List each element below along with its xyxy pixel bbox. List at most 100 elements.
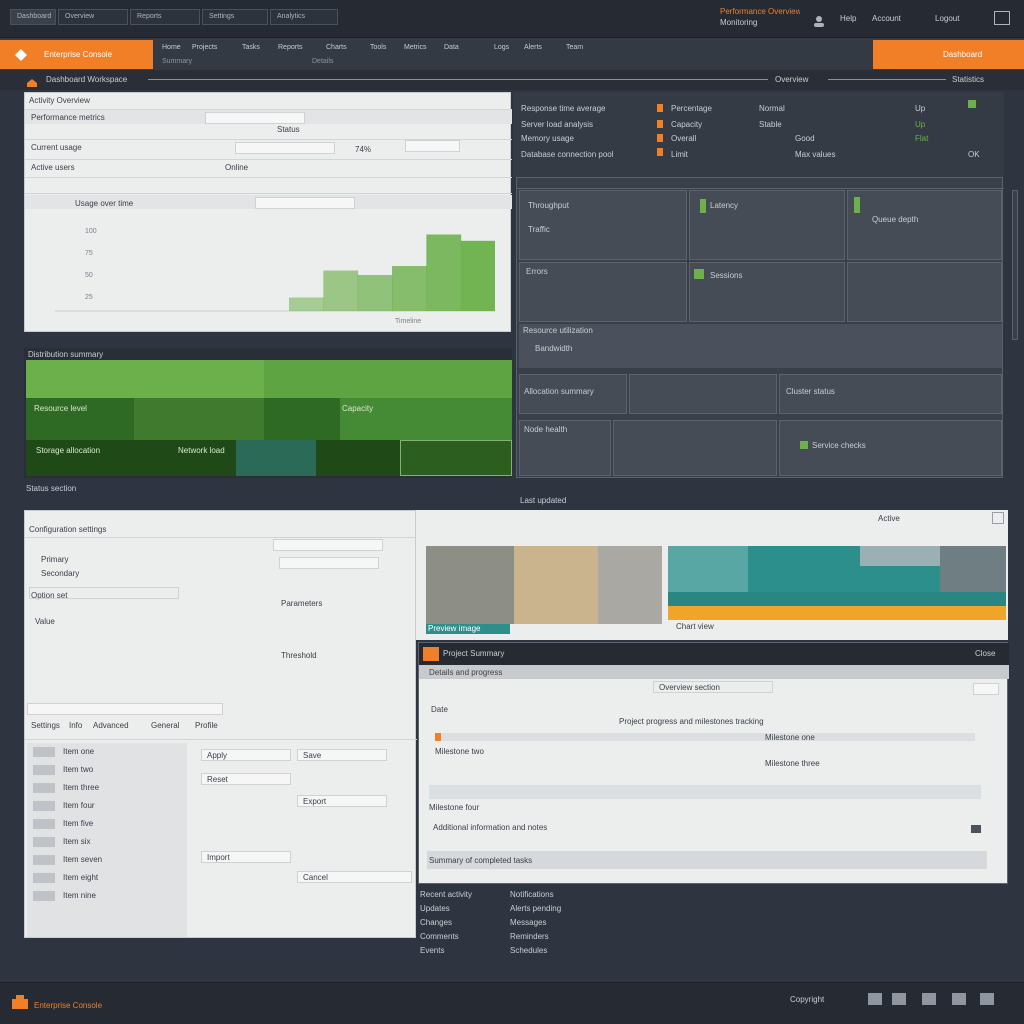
- list-item[interactable]: Item one: [63, 747, 143, 757]
- dialog-titlebar: Project Summary Close: [419, 643, 1009, 665]
- chart-bar: [289, 297, 324, 311]
- nav-subitem-summary[interactable]: Summary: [162, 58, 192, 68]
- brand-button[interactable]: Enterprise Console: [0, 40, 153, 69]
- notification-item[interactable]: Reminders: [510, 932, 600, 942]
- notification-item[interactable]: Messages: [510, 918, 600, 928]
- camera-icon[interactable]: [952, 993, 966, 1005]
- milestone-row[interactable]: Milestone four: [429, 803, 559, 813]
- side-scrollbar[interactable]: [1012, 190, 1018, 340]
- dialog-menu-icon[interactable]: [973, 683, 999, 695]
- note-icon[interactable]: [971, 825, 981, 833]
- section-select[interactable]: [653, 681, 773, 693]
- field-label: Secondary: [41, 569, 80, 578]
- nav-item-projects[interactable]: Projects: [192, 44, 217, 54]
- logout-link[interactable]: Logout: [935, 14, 971, 24]
- tab-info[interactable]: Info: [69, 721, 89, 731]
- list-item[interactable]: Item two: [63, 765, 143, 775]
- list-item[interactable]: Item eight: [63, 873, 143, 883]
- nav-item-tasks[interactable]: Tasks: [242, 44, 260, 54]
- grid-cell[interactable]: Service checks: [779, 420, 1002, 476]
- preview-thumbnail[interactable]: [426, 546, 514, 624]
- activity-item[interactable]: Events: [420, 946, 500, 956]
- milestone-row[interactable]: Milestone three: [765, 759, 845, 769]
- breadcrumb-left[interactable]: Dashboard Workspace: [46, 75, 146, 85]
- account-link[interactable]: Account: [872, 14, 922, 24]
- chart-icon[interactable]: [868, 993, 882, 1005]
- list-item[interactable]: Item five: [63, 819, 143, 829]
- grid-cell[interactable]: Sessions: [689, 262, 845, 322]
- top-tab-reports[interactable]: Reports: [130, 9, 200, 25]
- nav-item-logs[interactable]: Logs: [494, 44, 509, 54]
- nav-item-metrics[interactable]: Metrics: [404, 44, 427, 54]
- grid-cell[interactable]: Node health: [519, 420, 611, 476]
- activity-item[interactable]: Updates: [420, 904, 500, 914]
- preview-thumbnail[interactable]: [514, 546, 598, 624]
- grid-cell[interactable]: Cluster status: [779, 374, 1002, 414]
- milestone-row[interactable]: Milestone one: [765, 733, 845, 743]
- preview-label: Preview image: [428, 624, 481, 633]
- usage-field[interactable]: [235, 142, 335, 154]
- chart-filter-field[interactable]: [255, 197, 355, 209]
- cell-label: Cluster status: [786, 387, 835, 396]
- nav-subitem-details[interactable]: Details: [312, 58, 333, 68]
- milestone-row[interactable]: Milestone two: [435, 747, 515, 757]
- top-tab-overview[interactable]: Overview: [58, 9, 128, 25]
- dialog-close-button[interactable]: Close: [975, 649, 1005, 659]
- grid-cell[interactable]: [613, 420, 777, 476]
- activity-item[interactable]: Recent activity: [420, 890, 500, 900]
- status-field[interactable]: [205, 112, 305, 124]
- grid-cell[interactable]: Latency: [689, 190, 845, 260]
- orange-marker-icon: [657, 134, 663, 142]
- notification-item[interactable]: Schedules: [510, 946, 600, 956]
- list-item[interactable]: Item three: [63, 783, 143, 793]
- gallery-panel: Preview image Chart view Active: [416, 510, 1008, 640]
- primary-field[interactable]: [273, 539, 383, 551]
- top-tab-settings[interactable]: Settings: [202, 9, 268, 25]
- grid-cell[interactable]: Queue depth: [847, 190, 1002, 260]
- grid-cell[interactable]: Throughput Traffic: [519, 190, 687, 260]
- grid-cell[interactable]: [629, 374, 777, 414]
- nav-item-team[interactable]: Team: [566, 44, 583, 54]
- expand-icon[interactable]: [992, 512, 1004, 524]
- nav-item-reports[interactable]: Reports: [278, 44, 303, 54]
- user-icon[interactable]: [812, 14, 826, 28]
- nav-item-charts[interactable]: Charts: [326, 44, 347, 54]
- grid-cell[interactable]: Allocation summary: [519, 374, 627, 414]
- activity-item[interactable]: Comments: [420, 932, 500, 942]
- tab-general[interactable]: General: [151, 721, 181, 731]
- chart-bar: [392, 266, 427, 311]
- tab-settings[interactable]: Settings: [31, 721, 61, 731]
- dashboard-button[interactable]: Dashboard: [873, 40, 1024, 69]
- activity-item[interactable]: Changes: [420, 918, 500, 928]
- top-tab-analytics[interactable]: Analytics: [270, 9, 338, 25]
- list-item[interactable]: Item seven: [63, 855, 143, 865]
- usage-select[interactable]: [405, 140, 460, 152]
- top-tab-dashboard[interactable]: Dashboard: [10, 9, 56, 25]
- nav-item-alerts[interactable]: Alerts: [524, 44, 542, 54]
- nav-item-data[interactable]: Data: [444, 44, 459, 54]
- printer-icon[interactable]: [892, 993, 906, 1005]
- breadcrumb-right[interactable]: Statistics: [952, 75, 1012, 85]
- list-item[interactable]: Item nine: [63, 891, 143, 901]
- notification-item[interactable]: Notifications: [510, 890, 600, 900]
- share-icon[interactable]: [980, 993, 994, 1005]
- notification-item[interactable]: Alerts pending: [510, 904, 600, 914]
- grid-cell[interactable]: [847, 262, 1002, 322]
- tab-advanced[interactable]: Advanced: [93, 721, 133, 731]
- help-link[interactable]: Help: [840, 14, 864, 24]
- list-item[interactable]: Item six: [63, 837, 143, 847]
- secondary-field[interactable]: [279, 557, 379, 569]
- grid-cell[interactable]: Errors: [519, 262, 687, 322]
- utilization-row[interactable]: Resource utilization Bandwidth: [519, 324, 1002, 368]
- window-icon[interactable]: [994, 11, 1010, 25]
- list-item[interactable]: Item four: [63, 801, 143, 811]
- settings-icon[interactable]: [922, 993, 936, 1005]
- nav-bar: [0, 38, 1024, 70]
- tab-profile[interactable]: Profile: [195, 721, 235, 731]
- footer: Enterprise Console Copyright: [0, 982, 1024, 1024]
- breadcrumb-center[interactable]: Overview: [775, 75, 825, 85]
- nav-item-home[interactable]: Home: [162, 44, 181, 54]
- preview-thumbnail[interactable]: [598, 546, 662, 624]
- option-set-field[interactable]: [29, 587, 179, 599]
- nav-item-tools[interactable]: Tools: [370, 44, 386, 54]
